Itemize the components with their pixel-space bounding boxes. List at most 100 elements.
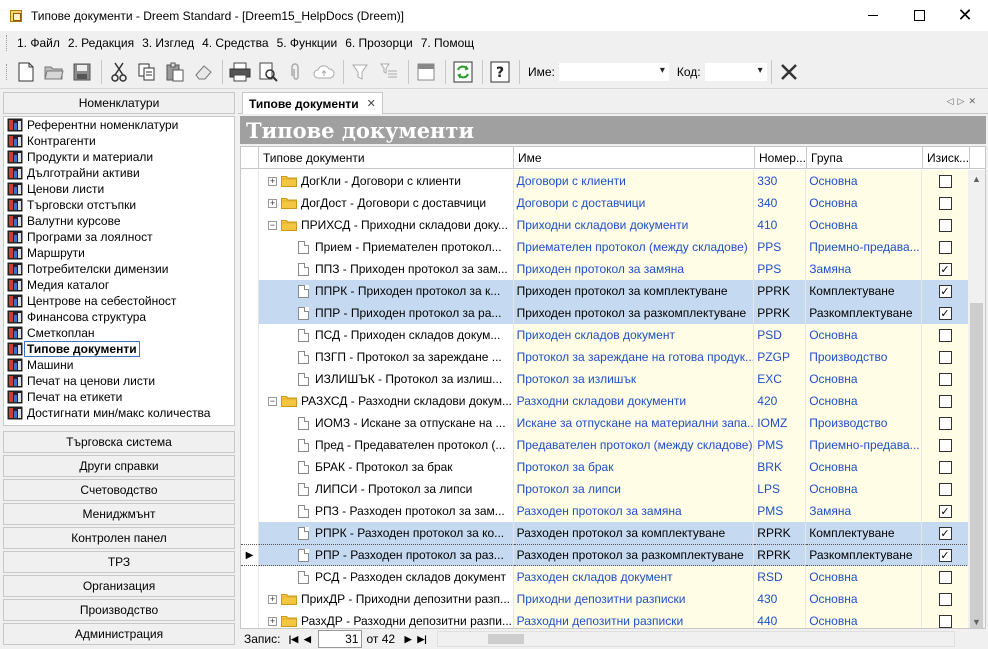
table-row[interactable]: + ДогКли - Договори с клиенти Договори с к… xyxy=(241,170,969,192)
cell-name[interactable]: Искане за отпускане на материални запа..… xyxy=(513,412,755,434)
cell-name[interactable]: Протокол за зареждане на готова продук..… xyxy=(513,346,755,368)
cell-name[interactable]: Разходни складови документи xyxy=(513,390,755,412)
collapse-icon[interactable]: − xyxy=(267,220,277,230)
cell-name[interactable]: Разходен складов документ xyxy=(513,566,755,588)
cell-type[interactable]: РПР - Разходен протокол за раз... xyxy=(258,544,514,566)
cell-name[interactable]: Протокол за брак xyxy=(513,456,755,478)
cell-number[interactable]: PMS xyxy=(754,434,807,456)
cell-group[interactable]: Замяна xyxy=(806,258,923,280)
cell-name[interactable]: Разходен протокол за разкомплектуване xyxy=(513,544,755,566)
cell-group[interactable]: Основна xyxy=(806,170,923,192)
nomenclature-item[interactable]: Референтни номенклатури xyxy=(4,117,234,133)
cell-group[interactable]: Основна xyxy=(806,214,923,236)
row-indicator[interactable] xyxy=(241,390,259,412)
next-record-icon[interactable]: ▶ xyxy=(401,632,415,646)
filter-icon[interactable] xyxy=(348,59,374,85)
cell-name[interactable]: Приходен протокол за комплектуване xyxy=(513,280,755,302)
required-checkbox[interactable]: ✓ xyxy=(938,504,952,518)
eraser-icon[interactable] xyxy=(190,59,216,85)
cell-group[interactable]: Производство xyxy=(806,346,923,368)
cell-name[interactable]: Протокол за излишък xyxy=(513,368,755,390)
cell-group[interactable]: Приемно-предава... xyxy=(806,236,923,258)
name-filter-combo[interactable] xyxy=(558,62,669,81)
cell-group[interactable]: Основна xyxy=(806,368,923,390)
cell-group[interactable]: Комплектуване xyxy=(806,522,923,544)
row-indicator[interactable] xyxy=(241,456,259,478)
cell-name[interactable]: Приходни депозитни разписки xyxy=(513,588,755,610)
row-indicator[interactable] xyxy=(241,412,259,434)
cell-name[interactable]: Договори с клиенти xyxy=(513,170,755,192)
table-row[interactable]: РПРК - Разходен протокол за ко... Разходе… xyxy=(241,522,969,544)
cell-name[interactable]: Приходен складов документ xyxy=(513,324,755,346)
row-indicator[interactable] xyxy=(241,324,259,346)
nomenclature-item[interactable]: Печат на етикети xyxy=(4,389,234,405)
expand-icon[interactable]: + xyxy=(267,594,277,604)
nomenclature-item[interactable]: Достигнати мин/макс количества xyxy=(4,405,234,421)
required-checkbox[interactable] xyxy=(938,350,952,364)
nomenclature-item[interactable]: Валутни курсове xyxy=(4,213,234,229)
expand-icon[interactable]: + xyxy=(267,176,277,186)
required-checkbox[interactable] xyxy=(938,196,952,210)
cell-group[interactable]: Приемно-предава... xyxy=(806,434,923,456)
cell-name[interactable]: Предавателен протокол (между складове) xyxy=(513,434,755,456)
menu-tools[interactable]: 4. Средства xyxy=(198,36,273,50)
required-checkbox[interactable] xyxy=(938,240,952,254)
table-row[interactable]: Пред - Предавателен протокол (... Предава… xyxy=(241,434,969,456)
row-indicator[interactable] xyxy=(241,434,259,456)
nomenclature-item[interactable]: Печат на ценови листи xyxy=(4,373,234,389)
required-checkbox[interactable] xyxy=(938,592,952,606)
horizontal-scrollbar[interactable] xyxy=(437,631,956,647)
row-indicator[interactable]: ▶ xyxy=(241,544,259,566)
cell-number[interactable]: BRK xyxy=(754,456,807,478)
table-row[interactable]: ПСД - Приходен складов докум... Приходен … xyxy=(241,324,969,346)
required-checkbox[interactable] xyxy=(938,372,952,386)
cell-name[interactable]: Протокол за липси xyxy=(513,478,755,500)
table-row[interactable]: + ПрихДР - Приходни депозитни разп... Прих… xyxy=(241,588,969,610)
cell-number[interactable]: 410 xyxy=(754,214,807,236)
cell-type[interactable]: ИЗЛИШЪК - Протокол за излиш... xyxy=(258,368,514,390)
prev-record-icon[interactable]: ◀ xyxy=(300,632,314,646)
row-indicator[interactable] xyxy=(241,236,259,258)
section-header[interactable]: Организация xyxy=(3,575,235,597)
cell-type[interactable]: + ДогКли - Договори с клиенти xyxy=(258,170,514,192)
new-document-icon[interactable] xyxy=(13,59,39,85)
row-indicator[interactable] xyxy=(241,258,259,280)
cell-type[interactable]: + ДогДост - Договори с доставчици xyxy=(258,192,514,214)
nomenclature-item[interactable]: Програми за лоялност xyxy=(4,229,234,245)
cell-number[interactable]: 420 xyxy=(754,390,807,412)
print-icon[interactable] xyxy=(227,59,253,85)
row-indicator[interactable] xyxy=(241,368,259,390)
row-indicator[interactable] xyxy=(241,280,259,302)
required-checkbox[interactable]: ✓ xyxy=(938,284,952,298)
cell-group[interactable]: Разкомплектуване xyxy=(806,302,923,324)
cell-group[interactable]: Основна xyxy=(806,610,923,628)
cell-number[interactable]: PPS xyxy=(754,236,807,258)
vertical-scrollbar[interactable]: ▲ ▼ xyxy=(968,170,985,628)
cell-number[interactable]: RSD xyxy=(754,566,807,588)
maximize-button[interactable] xyxy=(896,0,942,31)
required-checkbox[interactable]: ✓ xyxy=(938,548,952,562)
cell-number[interactable]: PMS xyxy=(754,500,807,522)
section-nomenclatures[interactable]: Номенклатури xyxy=(3,92,235,114)
column-header-name[interactable]: Име xyxy=(514,147,755,169)
tab-document-types[interactable]: Типове документи ✕ xyxy=(242,92,383,114)
scroll-down-icon[interactable]: ▼ xyxy=(968,613,985,628)
row-indicator[interactable] xyxy=(241,588,259,610)
row-indicator[interactable] xyxy=(241,566,259,588)
row-indicator[interactable] xyxy=(241,610,259,628)
table-row[interactable]: + ДогДост - Договори с доставчици Договори… xyxy=(241,192,969,214)
open-folder-icon[interactable] xyxy=(41,59,67,85)
expand-icon[interactable]: + xyxy=(267,198,277,208)
nomenclature-item[interactable]: Маршрути xyxy=(4,245,234,261)
row-indicator[interactable] xyxy=(241,214,259,236)
nomenclature-item[interactable]: Дълготрайни активи xyxy=(4,165,234,181)
required-checkbox[interactable] xyxy=(938,416,952,430)
scroll-up-icon[interactable]: ▲ xyxy=(968,170,985,187)
table-row[interactable]: РПЗ - Разходен протокол за зам... Разходе… xyxy=(241,500,969,522)
paste-icon[interactable] xyxy=(162,59,188,85)
cell-name[interactable]: Разходен протокол за замяна xyxy=(513,500,755,522)
nomenclature-item[interactable]: Продукти и материали xyxy=(4,149,234,165)
cell-type[interactable]: ППР - Приходен протокол за ра... xyxy=(258,302,514,324)
cell-name[interactable]: Разходни депозитни разписки xyxy=(513,610,755,628)
last-record-icon[interactable]: ▶| xyxy=(415,632,429,646)
